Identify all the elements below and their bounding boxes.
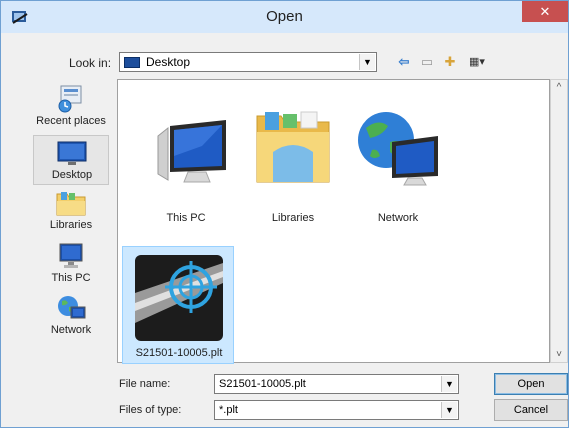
view-menu-icon[interactable]: ▦▾ xyxy=(462,53,492,71)
place-desktop[interactable]: Desktop xyxy=(33,135,109,185)
look-in-label: Look in: xyxy=(69,56,112,70)
place-this-pc[interactable]: This PC xyxy=(33,239,109,289)
file-label: This PC xyxy=(166,212,206,224)
file-item-plt[interactable]: S21501-10005.plt xyxy=(122,246,234,364)
file-label: Network xyxy=(377,212,419,224)
file-type-value: *.plt xyxy=(219,404,238,416)
file-type-dropdown[interactable]: *.plt ▼ xyxy=(214,400,459,420)
file-type-label: Files of type: xyxy=(119,404,182,416)
libraries-icon xyxy=(56,192,86,216)
open-button[interactable]: Open xyxy=(494,373,568,395)
file-item-libraries[interactable]: Libraries xyxy=(243,102,343,224)
place-recent-places[interactable]: Recent places xyxy=(33,82,109,132)
network-globe-icon xyxy=(358,112,438,186)
file-label: S21501-10005.plt xyxy=(135,347,223,359)
place-label: Desktop xyxy=(51,169,93,181)
file-item-network[interactable]: Network xyxy=(348,102,448,224)
open-dialog: Open ✕ Look in: Desktop ▼ ⇦ ▭ ✚ ▦▾ Recen… xyxy=(0,0,569,428)
chevron-down-icon[interactable]: ▼ xyxy=(441,376,457,392)
file-list-scrollbar[interactable]: ^ ˅ xyxy=(550,79,568,363)
file-list[interactable]: This PC Libraries Network S21501-10005.p… xyxy=(117,79,550,364)
title-bar[interactable]: Open ✕ xyxy=(1,1,568,33)
place-label: This PC xyxy=(51,272,91,284)
place-libraries[interactable]: Libraries xyxy=(33,186,109,236)
this-pc-icon xyxy=(59,243,83,268)
this-pc-icon xyxy=(157,120,226,183)
look-in-value: Desktop xyxy=(146,55,191,69)
chevron-down-icon[interactable]: ▼ xyxy=(441,402,457,418)
network-icon xyxy=(58,296,86,319)
desktop-icon xyxy=(124,57,140,68)
file-name-value: S21501-10005.plt xyxy=(219,378,306,390)
place-label: Network xyxy=(50,324,92,336)
file-name-field[interactable]: S21501-10005.plt ▼ xyxy=(214,374,459,394)
desktop-icon xyxy=(57,141,87,165)
scroll-down-icon[interactable]: ˅ xyxy=(551,349,567,360)
file-item-this-pc[interactable]: This PC xyxy=(136,102,236,224)
chevron-down-icon[interactable]: ▼ xyxy=(359,54,375,70)
file-label: Libraries xyxy=(271,212,315,224)
back-icon[interactable]: ⇦ xyxy=(394,53,414,71)
place-label: Libraries xyxy=(49,219,93,231)
recent-places-icon xyxy=(58,85,82,113)
place-label: Recent places xyxy=(36,115,106,127)
close-button[interactable]: ✕ xyxy=(522,1,568,22)
new-folder-icon[interactable]: ✚ xyxy=(440,53,460,71)
libraries-folder-icon xyxy=(256,111,330,183)
plt-file-icon xyxy=(135,255,223,341)
file-name-label: File name: xyxy=(119,378,171,390)
up-folder-icon[interactable]: ▭ xyxy=(417,53,437,71)
scroll-up-icon[interactable]: ^ xyxy=(551,82,567,93)
cancel-button[interactable]: Cancel xyxy=(494,399,568,421)
look-in-dropdown[interactable]: Desktop ▼ xyxy=(119,52,377,72)
window-title: Open xyxy=(266,8,303,25)
places-bar: Recent places Desktop Libraries This PC … xyxy=(33,82,109,350)
place-network[interactable]: Network xyxy=(33,291,109,341)
